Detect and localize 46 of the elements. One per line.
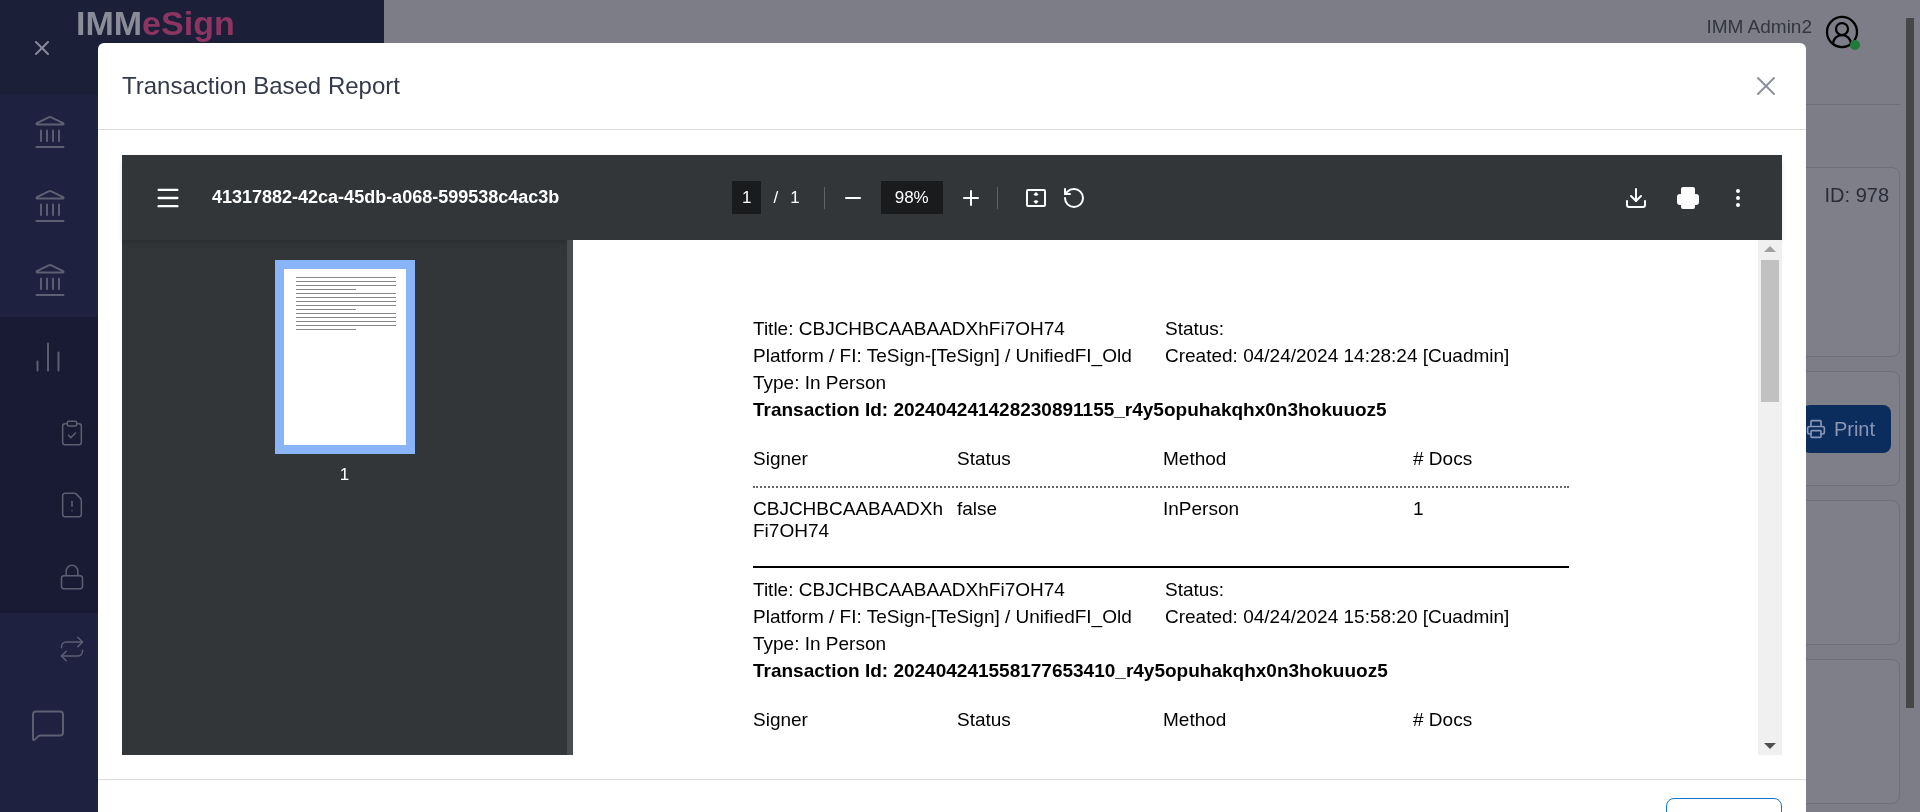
table-cell-text: CBJCHBCAABAADXh Fi7OH74 bbox=[753, 498, 945, 542]
user-avatar-icon[interactable] bbox=[1824, 14, 1860, 50]
column-header: Method bbox=[1163, 447, 1228, 471]
repeat-icon[interactable] bbox=[58, 635, 86, 663]
transaction-id: Transaction Id: 202404241428230891155_r4y5opuhakqhx0n3hokuuoz5 bbox=[753, 398, 1388, 422]
column-header: Method bbox=[1163, 708, 1228, 732]
user-name: IMM Admin2 bbox=[1706, 15, 1812, 39]
column-header: Status bbox=[957, 447, 1012, 471]
scrollbar-thumb[interactable] bbox=[1906, 18, 1914, 708]
scroll-down-icon[interactable] bbox=[1764, 743, 1776, 749]
page-thumbnail[interactable] bbox=[274, 260, 415, 454]
column-header: Signer bbox=[753, 447, 809, 471]
report-text: Status: bbox=[1165, 578, 1226, 602]
page-separator: / bbox=[773, 186, 779, 209]
table-cell-text: false bbox=[957, 498, 999, 521]
scrollbar-thumb[interactable] bbox=[1761, 260, 1779, 402]
scroll-up-icon[interactable] bbox=[1764, 246, 1776, 252]
report-text: Type: In Person bbox=[753, 632, 888, 656]
transaction-id: Transaction Id: 202404241558177653410_r4y5opuhakqhx0n3hokuuoz5 bbox=[753, 659, 1389, 683]
lock-icon[interactable] bbox=[58, 563, 86, 591]
page-total: 1 bbox=[790, 186, 800, 209]
report-text: Title: CBJCHBCAABAADXhFi7OH74 bbox=[753, 317, 1066, 341]
report-text: Platform / FI: TeSign-[TeSign] / UnifiedFI_Old bbox=[753, 344, 1133, 369]
report-text: Type: In Person bbox=[753, 371, 888, 395]
report-text: Status: bbox=[1165, 317, 1226, 341]
column-header: Signer bbox=[753, 708, 809, 732]
report-text: Title: CBJCHBCAABAADXhFi7OH74 bbox=[753, 578, 1066, 602]
column-header: # Docs bbox=[1413, 447, 1474, 471]
dialog-title: Transaction Based Report bbox=[122, 71, 400, 101]
id-label: ID: 978 bbox=[1824, 183, 1890, 208]
table-cell-text: InPerson bbox=[1163, 498, 1241, 521]
print-icon[interactable] bbox=[1676, 185, 1700, 210]
report-text: Created: 04/24/2024 14:28:24 [Cuadmin] bbox=[1165, 344, 1511, 368]
report-text: Platform / FI: TeSign-[TeSign] / UnifiedFI_Old bbox=[753, 605, 1133, 630]
logo: IMMeSign bbox=[76, 6, 235, 40]
zoom-field[interactable]: 98% bbox=[880, 180, 943, 215]
download-icon[interactable] bbox=[1624, 185, 1648, 210]
page-number-field[interactable]: 1 bbox=[732, 180, 762, 215]
report-text: Created: 04/24/2024 15:58:20 [Cuadmin] bbox=[1165, 605, 1511, 629]
table-cell-text: 1 bbox=[1413, 498, 1425, 521]
column-header: # Docs bbox=[1413, 708, 1474, 732]
column-header: Status bbox=[957, 708, 1012, 732]
thumbnail-label: 1 bbox=[339, 464, 350, 486]
file-name: 41317882-42ca-45db-a068-599538c4ac3b bbox=[212, 186, 561, 209]
printer-icon bbox=[1805, 418, 1826, 439]
rotate-icon[interactable] bbox=[1061, 185, 1086, 210]
